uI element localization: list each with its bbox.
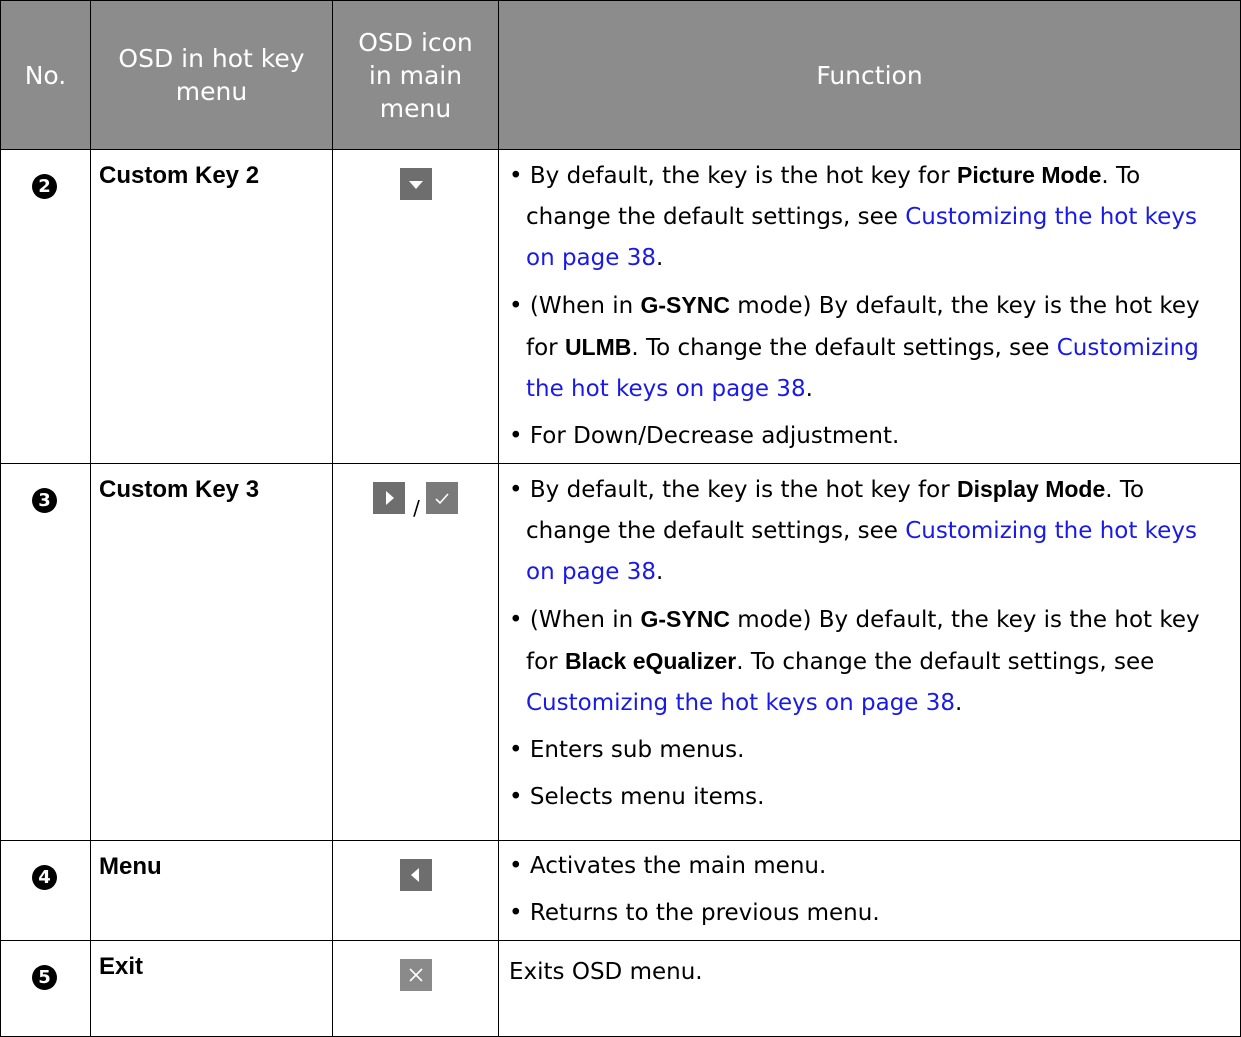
osd-icon-cell bbox=[332, 940, 499, 1037]
icon-separator: / bbox=[413, 496, 420, 520]
osd-name: Exit bbox=[99, 953, 144, 980]
osd-name: Custom Key 2 bbox=[99, 162, 260, 189]
list-item: • Selects menu items. bbox=[509, 784, 765, 810]
osd-name-cell: Custom Key 2 bbox=[90, 149, 333, 464]
osd-keys-table: No. OSD in hot key menu OSD icon in main… bbox=[0, 0, 1241, 1037]
row-number-cell: 5 bbox=[0, 940, 91, 1037]
circled-number: 5 bbox=[32, 965, 57, 990]
list-item: • Enters sub menus. bbox=[509, 737, 745, 763]
function-cell: • By default, the key is the hot key for… bbox=[498, 149, 1241, 464]
table-row: 2 Custom Key 2 • By default, the key is … bbox=[0, 149, 1241, 464]
triangle-left-icon bbox=[399, 859, 432, 891]
circled-number: 3 bbox=[32, 488, 57, 513]
table-row: 5 Exit Exits OSD menu. bbox=[0, 940, 1241, 1037]
list-item: • By default, the key is the hot key for… bbox=[509, 476, 1197, 585]
function-cell: • Activates the main menu. • Returns to … bbox=[498, 840, 1241, 941]
list-item: • Activates the main menu. bbox=[509, 853, 827, 879]
checkmark-icon bbox=[425, 482, 458, 514]
header-no: No. bbox=[0, 0, 91, 150]
circled-number: 2 bbox=[32, 174, 57, 199]
osd-name-cell: Custom Key 3 bbox=[90, 463, 333, 841]
close-icon bbox=[399, 959, 432, 991]
header-osd-icon: OSD icon in main menu bbox=[332, 0, 499, 150]
page-link[interactable]: Customizing the hot keys on page 38 bbox=[526, 690, 955, 716]
osd-icon-cell bbox=[332, 840, 499, 941]
row-number-cell: 3 bbox=[0, 463, 91, 841]
list-item: • For Down/Decrease adjustment. bbox=[509, 423, 900, 449]
list-item: • (When in G-SYNC mode) By default, the … bbox=[509, 606, 1200, 716]
osd-icon-cell: / bbox=[332, 463, 499, 841]
row-number-cell: 4 bbox=[0, 840, 91, 941]
triangle-down-icon bbox=[399, 168, 432, 200]
osd-name: Menu bbox=[99, 853, 162, 880]
triangle-right-icon bbox=[373, 482, 406, 514]
list-item: • (When in G-SYNC mode) By default, the … bbox=[509, 292, 1200, 402]
circled-number: 4 bbox=[32, 865, 57, 890]
table-row: 4 Menu • Activates the main menu. • Retu… bbox=[0, 840, 1241, 941]
function-text: Exits OSD menu. bbox=[509, 959, 703, 985]
header-osd-hotkey: OSD in hot key menu bbox=[90, 0, 333, 150]
osd-name-cell: Exit bbox=[90, 940, 333, 1037]
table-row: 3 Custom Key 3 / • By default, the key i… bbox=[0, 463, 1241, 841]
list-item: • By default, the key is the hot key for… bbox=[509, 162, 1197, 271]
osd-name: Custom Key 3 bbox=[99, 476, 260, 503]
list-item: • Returns to the previous menu. bbox=[509, 900, 880, 926]
row-number-cell: 2 bbox=[0, 149, 91, 464]
function-cell: Exits OSD menu. bbox=[498, 940, 1241, 1037]
osd-icon-cell bbox=[332, 149, 499, 464]
table-header-row: No. OSD in hot key menu OSD icon in main… bbox=[0, 0, 1241, 150]
function-cell: • By default, the key is the hot key for… bbox=[498, 463, 1241, 841]
osd-name-cell: Menu bbox=[90, 840, 333, 941]
header-function: Function bbox=[498, 0, 1241, 150]
